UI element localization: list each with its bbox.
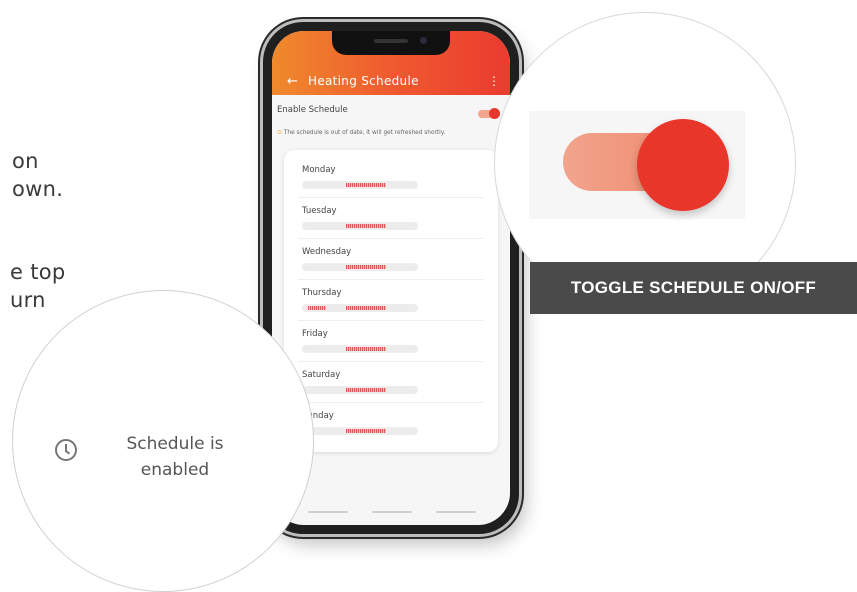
heating-period [346, 347, 386, 351]
day-timeline [302, 427, 418, 435]
nav-indicator [308, 511, 348, 513]
enable-schedule-row: Enable Schedule [277, 105, 500, 123]
intro-text-line: e top [10, 260, 66, 284]
intro-text-line: own. [12, 177, 64, 201]
arrow-left-icon[interactable]: ← [287, 74, 298, 89]
day-label: Thursday [302, 288, 342, 298]
intro-text-line: on [12, 149, 39, 173]
nav-indicator [436, 511, 476, 513]
status-line: Schedule is [126, 434, 224, 454]
day-timeline [302, 222, 418, 230]
day-label: Friday [302, 329, 328, 339]
day-label: Saturday [302, 370, 341, 380]
more-vertical-icon[interactable]: ⋮ [488, 74, 500, 88]
schedule-status-text: Schedule is enabled [109, 431, 241, 483]
heating-period [346, 183, 386, 187]
day-timeline [302, 386, 418, 394]
day-row-thursday[interactable]: Thursday [298, 279, 484, 321]
day-timeline [302, 304, 418, 312]
outdated-notice: ⊙ The schedule is out of date, it will ge… [277, 130, 505, 136]
heating-period [346, 265, 386, 269]
intro-text: on own. [12, 147, 63, 203]
schedule-card: Monday Tuesday Wednesday Thursday Friday [284, 150, 498, 452]
day-row-friday[interactable]: Friday [298, 320, 484, 362]
toggle-thumb [489, 108, 500, 119]
enable-schedule-toggle[interactable] [478, 108, 500, 119]
toggle-caption: TOGGLE SCHEDULE ON/OFF [530, 262, 857, 314]
day-timeline [302, 263, 418, 271]
toggle-thumb-zoomed [637, 119, 729, 211]
toggle-zoom-panel [529, 111, 745, 219]
day-label: Wednesday [302, 247, 352, 257]
page-title: Heating Schedule [308, 74, 419, 88]
front-camera [420, 37, 427, 44]
heating-period [346, 306, 386, 310]
day-row-wednesday[interactable]: Wednesday [298, 238, 484, 280]
status-zoom-callout: Schedule is enabled [12, 290, 314, 592]
day-row-monday[interactable]: Monday [298, 156, 484, 198]
heating-period [308, 306, 326, 310]
phone-notch [332, 31, 450, 55]
day-timeline [302, 181, 418, 189]
enable-schedule-label: Enable Schedule [277, 105, 348, 115]
day-row-tuesday[interactable]: Tuesday [298, 197, 484, 239]
bottom-nav-indicators [272, 510, 510, 513]
speaker-grille [374, 39, 408, 43]
heating-period [346, 224, 386, 228]
heating-period [346, 429, 386, 433]
status-line: enabled [140, 460, 210, 480]
heating-period [346, 388, 386, 392]
clock-icon [55, 439, 77, 461]
day-label: Monday [302, 165, 336, 175]
outdated-notice-text: The schedule is out of date, it will get… [283, 130, 446, 136]
intro-text-line: urn [10, 288, 46, 312]
day-row-sunday[interactable]: Sunday [298, 402, 484, 443]
day-timeline [302, 345, 418, 353]
warning-icon: ⊙ [277, 130, 282, 136]
day-label: Tuesday [302, 206, 337, 216]
nav-indicator [372, 511, 412, 513]
intro-text-2: e top urn [10, 258, 66, 314]
day-row-saturday[interactable]: Saturday [298, 361, 484, 403]
